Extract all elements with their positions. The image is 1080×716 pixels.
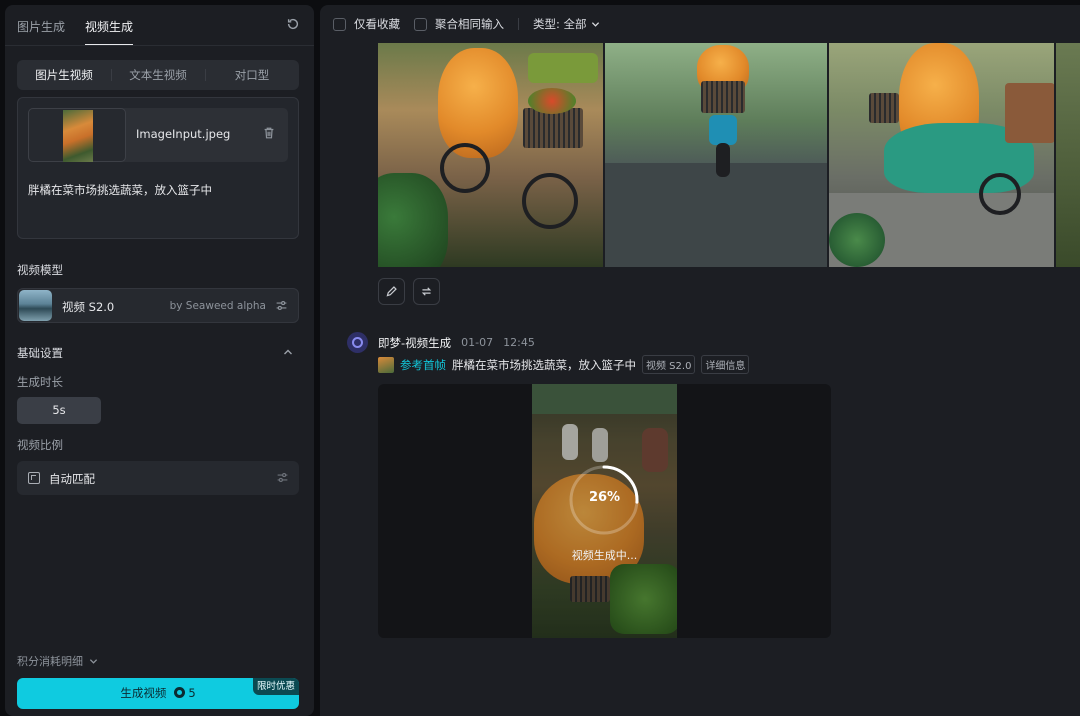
duration-button[interactable]: 5s <box>17 397 101 424</box>
collect-only-label: 仅看收藏 <box>354 17 400 31</box>
model-selector[interactable]: 视频 S2.0 by Seaweed alpha <box>17 288 299 323</box>
entry-header: 即梦-视频生成 01-07 12:45 <box>347 332 535 353</box>
scooter-wheel <box>715 143 730 177</box>
refresh-icon[interactable] <box>286 17 300 31</box>
plant <box>378 173 448 267</box>
filter-bar: 仅看收藏 聚合相同输入 类型: 全部 <box>333 16 614 32</box>
scooter <box>708 115 737 145</box>
bike-wheel <box>440 143 490 193</box>
tab-image-to-video[interactable]: 图片生视频 <box>17 67 111 83</box>
road <box>604 163 828 267</box>
vegetable-stall <box>528 53 598 83</box>
prompt-box[interactable]: ImageInput.jpeg 胖橘在菜市场挑选蔬菜，放入篮子中 <box>17 97 299 239</box>
vegetable-crate <box>1005 83 1055 143</box>
filter-divider <box>518 18 519 30</box>
merge-inputs-checkbox[interactable] <box>414 17 427 31</box>
progress-status: 视频生成中... <box>571 549 638 562</box>
ratio-selector[interactable]: 自动匹配 <box>17 461 299 495</box>
generate-video-button[interactable]: 生成视频 5 限时优惠 <box>17 678 299 709</box>
tab-text-to-video[interactable]: 文本生视频 <box>111 67 205 83</box>
detail-tag[interactable]: 详细信息 <box>701 355 750 374</box>
entry-date: 01-07 <box>461 336 494 349</box>
entry-name: 即梦-视频生成 <box>378 335 452 350</box>
chevron-up-icon[interactable] <box>283 347 293 357</box>
duration-label: 生成时长 <box>17 375 63 389</box>
merge-inputs-label: 聚合相同输入 <box>435 17 504 31</box>
coin-icon <box>174 687 186 698</box>
video-frame: 26% 视频生成中... <box>532 384 677 638</box>
progress-percent: 26% <box>588 490 621 505</box>
ratio-label: 视频比例 <box>17 438 63 452</box>
result-image-partial[interactable] <box>1056 43 1080 267</box>
credit-detail-toggle[interactable]: 积分消耗明细 <box>17 653 98 669</box>
orange-cat <box>438 48 518 158</box>
model-tag: 视频 S2.0 <box>642 355 696 374</box>
aspect-ratio-icon <box>28 472 40 484</box>
reference-frame-thumbnail[interactable] <box>378 356 394 373</box>
basic-settings-label: 基础设置 <box>17 346 63 360</box>
bike-wheel <box>522 173 578 229</box>
vegetables <box>528 88 576 114</box>
tab-lip-sync[interactable]: 对口型 <box>205 67 299 83</box>
result-image[interactable] <box>378 43 603 267</box>
file-name: ImageInput.jpeg <box>136 127 231 141</box>
mode-tabs: 图片生视频 文本生视频 对口型 <box>17 60 299 90</box>
model-by: by Seaweed alpha <box>169 300 266 312</box>
video-preview[interactable]: 26% 视频生成中... <box>378 384 831 638</box>
prompt-text[interactable]: 胖橘在菜市场挑选蔬菜，放入篮子中 <box>28 182 212 198</box>
basket <box>523 108 583 148</box>
collect-only-checkbox[interactable] <box>333 17 346 31</box>
chevron-down-icon <box>89 658 98 664</box>
generate-button-label: 生成视频 <box>120 686 167 700</box>
trash-icon[interactable] <box>262 126 276 140</box>
credit-detail-label: 积分消耗明细 <box>17 655 83 668</box>
edit-icon <box>386 286 397 297</box>
basket <box>700 81 745 113</box>
reference-frame-link[interactable]: 参考首帧 <box>400 357 446 373</box>
promo-badge: 限时优惠 <box>252 678 299 695</box>
entry-prompt-row: 参考首帧 胖橘在菜市场挑选蔬菜，放入篮子中 视频 S2.0 详细信息 <box>378 355 750 374</box>
type-select-label: 类型: 全部 <box>533 17 587 31</box>
header-divider <box>5 45 314 46</box>
entry-time: 12:45 <box>503 336 535 349</box>
type-select[interactable]: 类型: 全部 <box>533 16 600 32</box>
collect-only-filter[interactable]: 仅看收藏 <box>333 16 400 32</box>
ratio-value: 自动匹配 <box>49 472 95 486</box>
chevron-down-icon <box>591 21 599 27</box>
regenerate-button[interactable] <box>413 278 440 305</box>
right-panel: 仅看收藏 聚合相同输入 类型: 全部 即梦-视频生成 01-07 12:45 参… <box>320 5 1080 716</box>
image-thumbnail <box>63 110 93 162</box>
edit-button[interactable] <box>378 278 405 305</box>
entry-prompt-text: 胖橘在菜市场挑选蔬菜，放入篮子中 <box>452 357 636 372</box>
result-image[interactable] <box>829 43 1055 267</box>
model-section-label: 视频模型 <box>17 263 63 277</box>
avatar <box>347 332 368 353</box>
merge-inputs-filter[interactable]: 聚合相同输入 <box>414 16 504 32</box>
result-image[interactable] <box>604 43 828 267</box>
tab-image-generation[interactable]: 图片生成 <box>17 18 65 46</box>
top-tabs: 图片生成 视频生成 <box>17 18 134 46</box>
model-thumbnail <box>19 290 52 321</box>
regenerate-icon <box>421 287 432 296</box>
model-name: 视频 S2.0 <box>62 300 115 314</box>
basic-settings-header[interactable]: 基础设置 <box>17 345 299 361</box>
uploaded-image-row: ImageInput.jpeg <box>28 108 288 162</box>
basket <box>869 93 900 123</box>
tab-video-generation[interactable]: 视频生成 <box>85 18 134 46</box>
generate-cost: 5 <box>188 686 196 700</box>
previous-result-images <box>378 43 1080 267</box>
left-panel: 图片生成 视频生成 图片生视频 文本生视频 对口型 ImageInput.jpe… <box>5 5 314 716</box>
sliders-icon[interactable] <box>275 299 288 312</box>
sliders-icon[interactable] <box>276 471 289 484</box>
image-thumbnail-frame[interactable] <box>28 108 126 162</box>
